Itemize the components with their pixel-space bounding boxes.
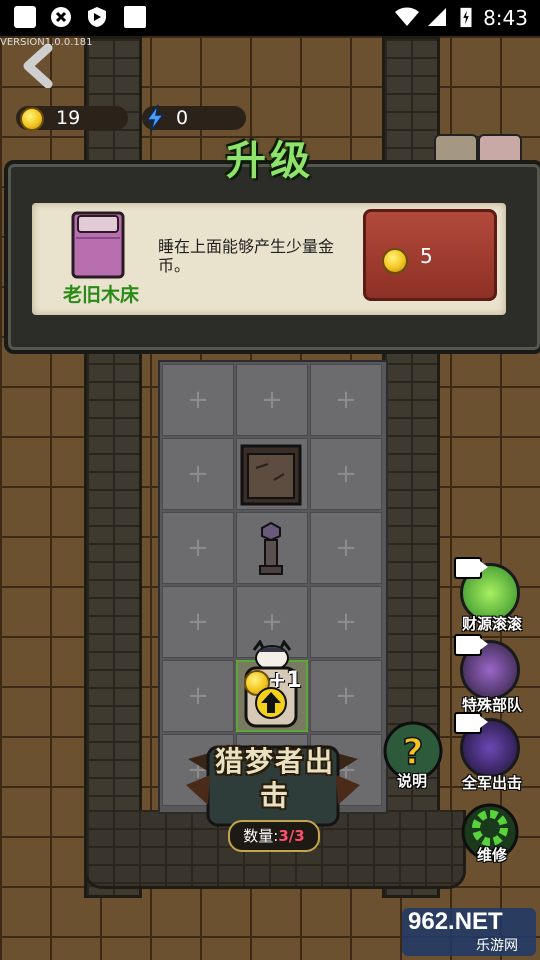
version-label: VERSION1.0.0.181 [0,37,93,48]
wealth-button[interactable]: 财源滚滚 [454,557,524,643]
watermark-brand: 962.NET [408,908,503,935]
clock: 8:43 [483,6,528,30]
build-slot[interactable]: + [310,512,382,584]
special-forces-button[interactable]: 特殊部队 [454,634,524,720]
blocked-icon [51,7,71,27]
build-slot[interactable]: + [310,660,382,732]
unit-count: 数量:3/3 [228,820,320,852]
item-name: 老旧木床 [62,284,139,306]
repair-button[interactable]: 维修 [460,802,524,866]
build-slot[interactable]: + [236,364,308,436]
repair-label: 维修 [476,846,507,864]
build-slot[interactable]: + [162,660,234,732]
energy-count: 0 [176,107,189,129]
all-attack-button[interactable]: 全军出击 [454,712,524,798]
video-ad-icon [454,557,488,579]
item-description: 睡在上面能够产生少量金币。 [158,237,335,275]
site-watermark: 962.NET 乐游网 [402,908,536,956]
svg-text:?: ? [403,732,424,773]
energy-counter: 0 [142,104,246,132]
signal-icon [428,8,446,26]
upgrade-price-button[interactable]: 5 [363,209,497,301]
all-attack-label: 全军出击 [461,774,522,792]
wealth-label: 财源滚滚 [461,615,522,633]
door-sprite[interactable] [240,444,302,506]
help-label: 说明 [396,772,427,790]
upgrade-price: 5 [420,244,433,268]
build-slot[interactable]: + [162,438,234,510]
app-notification-icon [14,6,36,28]
help-button[interactable]: ? 说明 [382,720,446,800]
count-label: 数量: [243,827,279,845]
upgrade-arrow-icon[interactable] [254,686,288,720]
turret-sprite[interactable] [254,522,288,578]
shield-icon [88,7,106,27]
video-ad-icon [454,712,488,734]
watermark-sub: 乐游网 [476,938,518,954]
build-slot[interactable]: + [310,438,382,510]
coin-count: 19 [56,107,81,129]
build-slot[interactable]: + [162,512,234,584]
count-value: 3/3 [278,827,305,845]
status-bar: 8:43 [0,0,540,36]
build-slot[interactable]: + [162,586,234,658]
back-arrow-icon[interactable] [18,44,58,88]
build-slot[interactable]: + [310,586,382,658]
coin-icon [382,248,408,274]
coin-counter: 19 [16,106,128,131]
sortie-title: 猎梦者出击 [214,745,335,812]
bed-icon [71,211,125,279]
build-slot[interactable]: + [310,364,382,436]
panel-title: 升级 [226,138,314,184]
build-slot[interactable]: + [162,364,234,436]
wifi-icon [395,7,419,26]
clipboard-icon [124,6,146,28]
battery-icon [460,7,472,28]
video-ad-icon [454,634,488,656]
